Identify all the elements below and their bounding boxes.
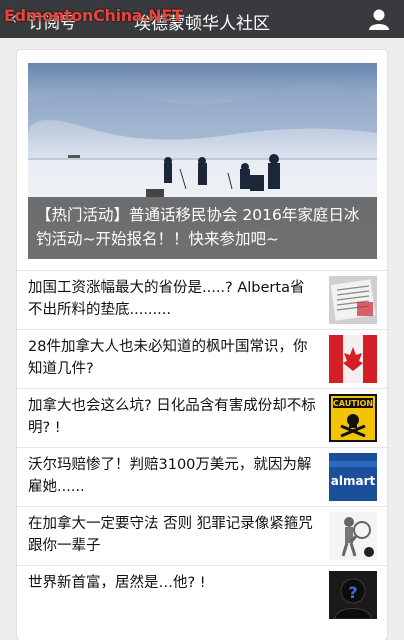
article-title[interactable]: 28件加拿大人也未必知道的枫叶国常识，你知道几件? [28, 336, 318, 380]
mystery-person-thumbnail-icon: ? [329, 571, 377, 619]
list-item[interactable]: 世界新首富，居然是…他? ! ? [17, 565, 387, 624]
site-watermark: EdmontonChina.NET [4, 6, 183, 25]
featured-article[interactable]: 【热门活动】普通话移民协会 2016年家庭日冰钓活动~开始报名！！快来参加吧~ [28, 63, 377, 259]
caution-label: CAUTION [333, 399, 373, 408]
newspaper-thumbnail-icon [329, 276, 377, 324]
top-navigation-bar: ‹ 订阅号 埃德蒙顿华人社区 EdmontonChina.NET [0, 0, 404, 38]
article-list-card: 【热门活动】普通话移民协会 2016年家庭日冰钓活动~开始报名！！快来参加吧~ … [17, 50, 387, 640]
canada-flag-face-thumbnail-icon [329, 335, 377, 383]
article-title[interactable]: 加拿大也会这么坑? 日化品含有害成份却不标明? ! [28, 395, 318, 439]
featured-article-title[interactable]: 【热门活动】普通话移民协会 2016年家庭日冰钓活动~开始报名！！快来参加吧~ [28, 197, 377, 259]
magnifier-figure-thumbnail-icon [329, 512, 377, 560]
user-profile-icon[interactable] [366, 6, 392, 32]
list-item[interactable]: 沃尔玛赔惨了！判赔3100万美元，就因为解雇她...... almart [17, 447, 387, 506]
list-item[interactable]: 加拿大也会这么坑? 日化品含有害成份却不标明? ! CAUTION [17, 388, 387, 447]
question-mark: ? [348, 583, 357, 602]
walmart-sign-thumbnail-icon: almart [329, 453, 377, 501]
list-item[interactable]: 28件加拿大人也未必知道的枫叶国常识，你知道几件? [17, 329, 387, 388]
list-item[interactable]: 在加拿大一定要守法 否则 犯罪记录像紧箍咒跟你一辈子 [17, 506, 387, 565]
article-title[interactable]: 沃尔玛赔惨了！判赔3100万美元，就因为解雇她...... [28, 454, 318, 498]
article-list: 加国工资涨幅最大的省份是.....? Alberta省不出所料的垫底......… [17, 270, 387, 624]
list-item[interactable]: 加国工资涨幅最大的省份是.....? Alberta省不出所料的垫底......… [17, 270, 387, 329]
caution-poison-thumbnail-icon: CAUTION [329, 394, 377, 442]
article-title[interactable]: 在加拿大一定要守法 否则 犯罪记录像紧箍咒跟你一辈子 [28, 513, 318, 557]
article-title[interactable]: 世界新首富，居然是…他? ! [28, 572, 318, 594]
article-title[interactable]: 加国工资涨幅最大的省份是.....? Alberta省不出所料的垫底......… [28, 277, 318, 321]
walmart-sign-text: almart [331, 474, 376, 488]
